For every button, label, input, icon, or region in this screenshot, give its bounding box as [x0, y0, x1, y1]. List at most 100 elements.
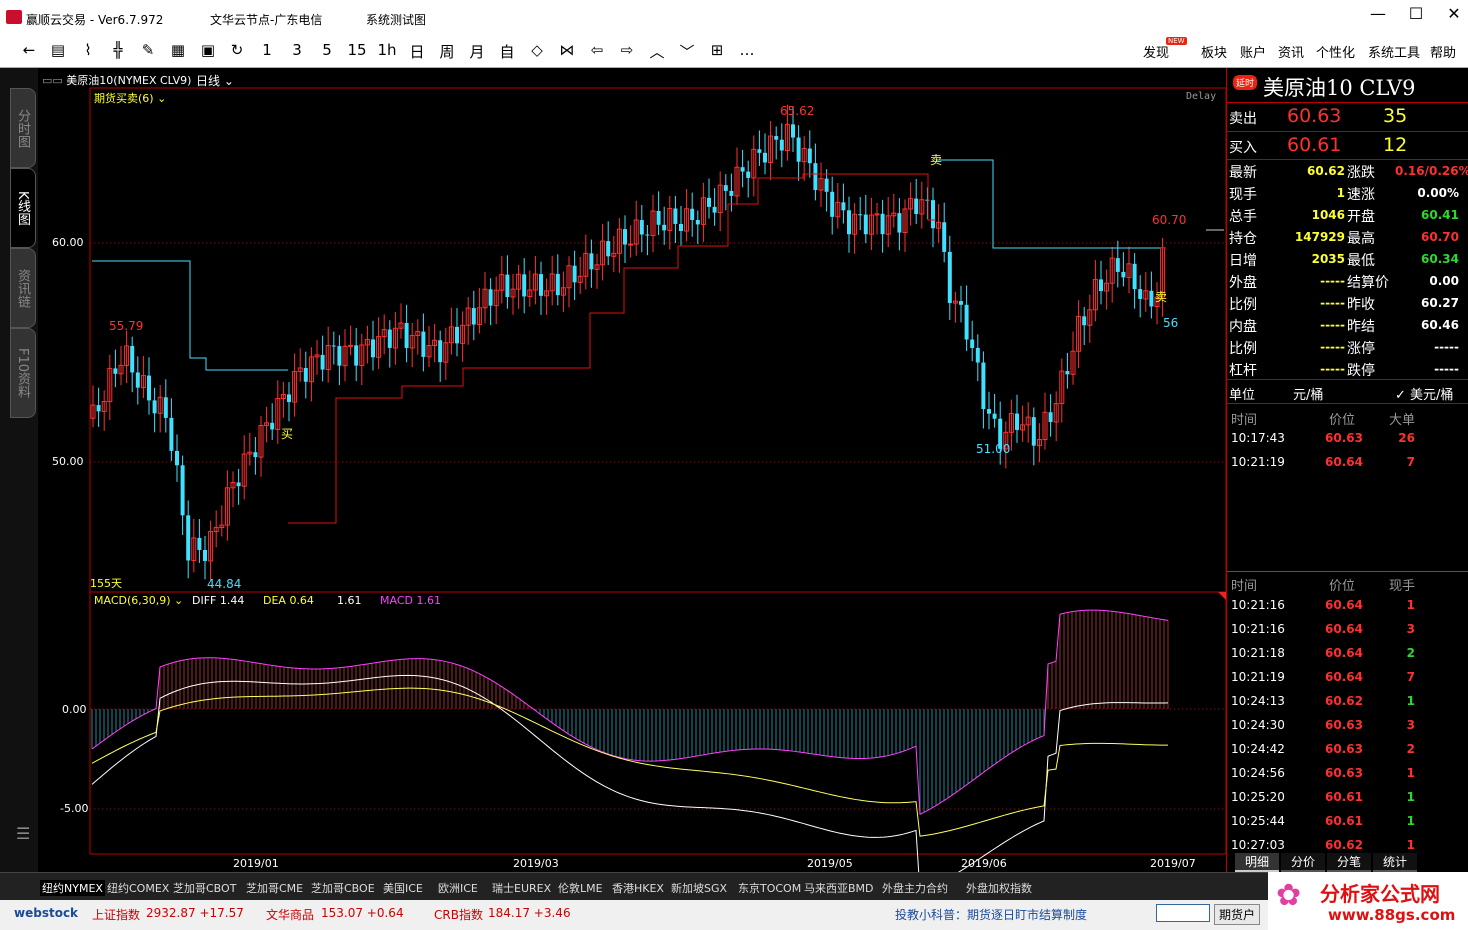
tab-time-share[interactable]: 分时图	[10, 88, 36, 168]
wh-index-value: 153.07 +0.64	[321, 906, 404, 920]
tab-kline[interactable]: K线图	[10, 168, 36, 248]
period-3[interactable]: 3	[286, 41, 308, 59]
detail-tab[interactable]: 统计	[1373, 853, 1417, 872]
exchange-tab[interactable]: 香港HKEX	[612, 880, 664, 896]
menu-news[interactable]: 资讯	[1278, 42, 1304, 61]
menu-personal[interactable]: 个性化	[1316, 42, 1355, 61]
exchange-tab[interactable]: 新加坡SGX	[671, 880, 727, 896]
maximize-icon[interactable]: ☐	[1396, 4, 1436, 23]
exchange-tab[interactable]: 欧洲ICE	[438, 880, 478, 896]
menu-account[interactable]: 账户	[1240, 42, 1266, 61]
quote-value-2: 0.16/0.26%	[1395, 164, 1468, 178]
candle-body	[690, 208, 695, 221]
save-icon[interactable]: ▣	[197, 41, 219, 59]
zoom-out-icon[interactable]: ⋈	[556, 41, 578, 59]
menu-system-tools[interactable]: 系统工具	[1368, 42, 1420, 61]
exchange-tab[interactable]: 纽约COMEX	[107, 880, 169, 896]
detail-tab[interactable]: 分笔	[1327, 853, 1371, 872]
kline-icon[interactable]: ╬	[107, 41, 129, 59]
investor-tip[interactable]: 投教小科普：期货逐日盯市结算制度	[895, 906, 1087, 923]
kline-chart[interactable]	[38, 68, 1226, 872]
period-week[interactable]: 周	[436, 41, 458, 62]
exchange-tab[interactable]: 外盘加权指数	[966, 880, 1032, 896]
macd-name[interactable]: MACD(6,30,9) ⌄	[94, 594, 183, 607]
unit-usd[interactable]: ✓ 美元/桶	[1395, 384, 1453, 403]
unit-label: 单位	[1229, 388, 1256, 403]
macd-label-0: 0.00	[62, 703, 87, 716]
indicator-name[interactable]: 期货买卖(6) ⌄	[94, 90, 166, 106]
unit-yuan[interactable]: 元/桶	[1293, 384, 1323, 403]
layout-icon[interactable]: ⊞	[706, 41, 728, 59]
exchange-tab[interactable]: 东京TOCOM	[738, 880, 801, 896]
detail-tab[interactable]: 明细	[1235, 853, 1279, 872]
crb-index-label[interactable]: CRB指数	[434, 906, 483, 923]
period-5[interactable]: 5	[316, 41, 338, 59]
candle-body	[438, 340, 443, 363]
detail-tab[interactable]: 分价	[1281, 853, 1325, 872]
menu-discover[interactable]: 发现	[1143, 42, 1169, 61]
wh-index-label[interactable]: 文华商品	[266, 906, 314, 923]
refresh-icon[interactable]: ↻	[226, 41, 248, 59]
candle-body	[488, 289, 493, 306]
exchange-tab[interactable]: 马来西亚BMD	[804, 880, 874, 896]
candle-body	[186, 515, 191, 561]
candle-body	[863, 214, 868, 235]
minimize-icon[interactable]: —	[1358, 4, 1398, 23]
menu-sector[interactable]: 板块	[1201, 42, 1227, 61]
candle-body	[807, 148, 812, 164]
close-icon[interactable]: ✕	[1434, 4, 1468, 23]
quote-label-2[interactable]: 结算价	[1347, 272, 1389, 292]
macd-line	[91, 609, 1169, 816]
tick-volume: 7	[1406, 670, 1415, 684]
sh-index-label[interactable]: 上证指数	[92, 906, 140, 923]
zoom-in-icon[interactable]: ◇	[526, 41, 548, 59]
back-icon[interactable]: ←	[18, 41, 40, 59]
big-order-price: 60.64	[1325, 455, 1363, 469]
left-tab-bar: 分时图 K线图 资讯链 F10资料 ☰	[0, 68, 38, 872]
period-custom[interactable]: 自	[496, 41, 518, 62]
buy-volume: 12	[1383, 134, 1408, 156]
tick-volume: 3	[1406, 622, 1415, 636]
futures-account-button[interactable]: 期货户	[1214, 904, 1261, 925]
period-select[interactable]: 日线 ⌄	[196, 72, 234, 89]
exchange-tab[interactable]: 芝加哥CBOT	[173, 880, 236, 896]
kline-chart-area[interactable]: ▭▭ 美原油10(NYMEX CLV9) 日线 ⌄ 期货买卖(6) ⌄ Dela…	[38, 68, 1226, 872]
search-input[interactable]	[1156, 904, 1210, 922]
period-month[interactable]: 月	[466, 41, 488, 62]
period-1[interactable]: 1	[256, 41, 278, 59]
down-icon[interactable]: ﹀	[676, 41, 698, 62]
list-icon[interactable]: ▤	[47, 41, 69, 59]
big-head-price: 价位	[1329, 413, 1356, 428]
tab-news-chain[interactable]: 资讯链	[10, 248, 36, 328]
tick-price: 60.63	[1325, 742, 1363, 756]
period-day[interactable]: 日	[406, 41, 428, 62]
exchange-tab[interactable]: 纽约NYMEX	[40, 880, 105, 896]
right-arrow-icon[interactable]: ⇨	[616, 41, 638, 59]
period-1h[interactable]: 1h	[376, 41, 398, 59]
tick-head-price: 价位	[1329, 579, 1356, 594]
candle-body	[1065, 371, 1070, 375]
draw-icon[interactable]: ✎	[137, 41, 159, 59]
left-arrow-icon[interactable]: ⇦	[586, 41, 608, 59]
exchange-tab[interactable]: 美国ICE	[383, 880, 423, 896]
tick-time: 10:24:42	[1231, 742, 1285, 756]
candle-body	[147, 375, 151, 401]
grid-icon[interactable]: ▦	[167, 41, 189, 59]
exchange-tab[interactable]: 外盘主力合约	[882, 880, 948, 896]
menu-help[interactable]: 帮助	[1430, 42, 1456, 61]
server-node[interactable]: 文华云节点-广东电信	[210, 11, 322, 28]
more-icon[interactable]: …	[736, 41, 758, 59]
up-icon[interactable]: ︿	[646, 41, 668, 62]
candle-body	[897, 213, 902, 233]
quote-value-2: 0.00%	[1417, 186, 1459, 200]
exchange-tab[interactable]: 芝加哥CBOE	[311, 880, 375, 896]
exchange-tab[interactable]: 芝加哥CME	[246, 880, 303, 896]
exchange-tab[interactable]: 瑞士EUREX	[492, 880, 551, 896]
period-15[interactable]: 15	[346, 41, 368, 59]
line-chart-icon[interactable]: ⌇	[77, 41, 99, 59]
tick-volume: 3	[1406, 718, 1415, 732]
menu-icon[interactable]: ☰	[16, 824, 30, 843]
tick-volume: 1	[1406, 766, 1415, 780]
tab-f10[interactable]: F10资料	[10, 328, 36, 418]
exchange-tab[interactable]: 伦敦LME	[558, 880, 603, 896]
